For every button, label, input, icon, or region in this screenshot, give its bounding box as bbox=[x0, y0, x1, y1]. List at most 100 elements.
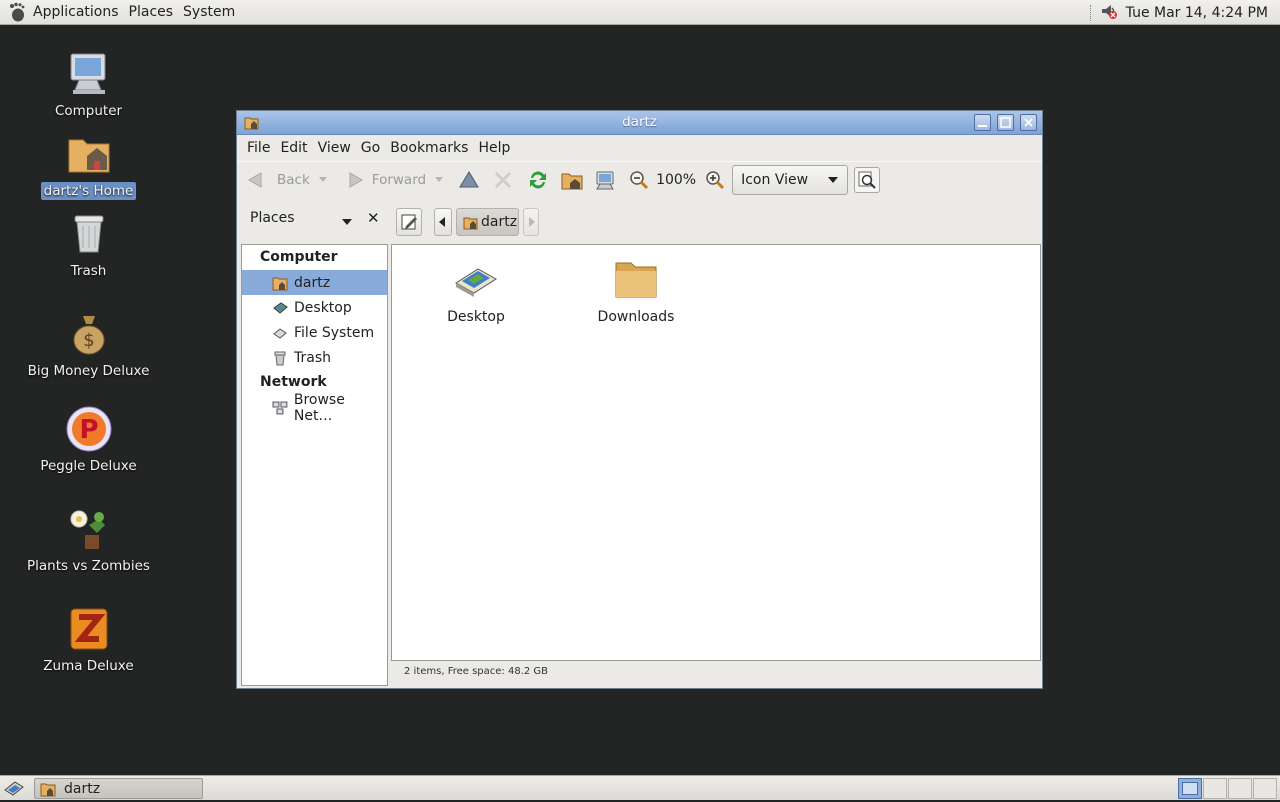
back-history-dropdown[interactable] bbox=[318, 176, 328, 184]
places-dropdown[interactable] bbox=[341, 214, 353, 230]
breadcrumb-dartz[interactable]: dartz bbox=[456, 208, 519, 236]
search-button[interactable] bbox=[854, 167, 881, 193]
menu-edit[interactable]: Edit bbox=[275, 140, 312, 156]
home-folder-icon bbox=[40, 783, 56, 796]
volume-icon[interactable] bbox=[1100, 2, 1118, 24]
computer-icon bbox=[65, 50, 113, 98]
breadcrumb-label: dartz bbox=[481, 214, 518, 230]
status-bar: 2 items, Free space: 48.2 GB bbox=[404, 666, 549, 677]
plants-icon bbox=[65, 505, 113, 553]
minimize-button[interactable] bbox=[974, 114, 991, 131]
zoom-out-button[interactable] bbox=[628, 169, 650, 191]
sidebar-item-trash[interactable]: Trash bbox=[242, 345, 387, 370]
file-label: Desktop bbox=[447, 309, 505, 325]
close-button[interactable] bbox=[1020, 114, 1037, 131]
desktop-icon-label: Big Money Deluxe bbox=[27, 363, 150, 379]
applications-menu[interactable]: Applications bbox=[28, 0, 124, 25]
desktop-icon bbox=[273, 301, 288, 314]
workspace-3[interactable] bbox=[1228, 778, 1252, 799]
desktop-icon-label: Peggle Deluxe bbox=[40, 458, 137, 474]
system-menu[interactable]: System bbox=[178, 0, 240, 25]
forward-history-dropdown[interactable] bbox=[434, 176, 444, 184]
show-desktop-icon[interactable] bbox=[3, 778, 25, 802]
sidebar-item-file-system[interactable]: File System bbox=[242, 320, 387, 345]
chevron-right-icon bbox=[529, 217, 535, 227]
view-mode-select[interactable]: Icon View bbox=[732, 165, 849, 195]
window-titlebar[interactable]: dartz bbox=[237, 111, 1042, 135]
close-sidebar-icon[interactable]: ✕ bbox=[367, 209, 380, 227]
workspace-1[interactable] bbox=[1178, 778, 1202, 799]
desktop-icon-peggle[interactable]: P Peggle Deluxe bbox=[20, 405, 157, 475]
zoom-in-button[interactable] bbox=[704, 169, 726, 191]
desktop-icon-zuma[interactable]: Zuma Deluxe bbox=[20, 605, 157, 675]
zuma-icon bbox=[65, 605, 113, 653]
home-folder-icon bbox=[561, 173, 583, 190]
home-folder-icon bbox=[272, 277, 288, 290]
computer-button[interactable] bbox=[594, 168, 618, 192]
location-bar: Places ✕ bbox=[237, 198, 1042, 238]
forward-button[interactable]: Forward bbox=[344, 169, 426, 191]
home-folder-icon bbox=[65, 130, 113, 178]
menu-bar: File Edit View Go Bookmarks Help bbox=[237, 135, 1042, 161]
workspace-2[interactable] bbox=[1203, 778, 1227, 799]
file-label: Downloads bbox=[597, 309, 675, 325]
menu-file[interactable]: File bbox=[242, 140, 275, 156]
stop-button[interactable] bbox=[492, 169, 514, 191]
sidebar-item-label: File System bbox=[294, 324, 375, 341]
desktop-icon-computer[interactable]: Computer bbox=[20, 50, 157, 120]
drive-icon bbox=[273, 327, 287, 339]
path-scroll-right-button[interactable] bbox=[523, 208, 539, 236]
back-button[interactable]: Back bbox=[245, 169, 310, 191]
reload-button[interactable] bbox=[526, 168, 550, 192]
trash-icon bbox=[274, 351, 286, 365]
path-scroll-left-button[interactable] bbox=[434, 208, 452, 236]
desktop-icon-label: Zuma Deluxe bbox=[43, 658, 134, 674]
sidebar-header-computer: Computer bbox=[260, 249, 338, 265]
menu-bookmarks[interactable]: Bookmarks bbox=[385, 140, 473, 156]
edit-location-button[interactable] bbox=[396, 208, 422, 236]
menu-go[interactable]: Go bbox=[356, 140, 385, 156]
desktop-icon-plants-vs-zombies[interactable]: Plants vs Zombies bbox=[20, 505, 157, 575]
zoom-out-icon bbox=[630, 171, 649, 190]
zoom-in-icon bbox=[706, 171, 725, 190]
desktop-icon-trash[interactable]: Trash bbox=[20, 210, 157, 280]
workspace-4[interactable] bbox=[1253, 778, 1277, 799]
reload-icon bbox=[530, 171, 547, 189]
taskbar-button-dartz[interactable]: dartz bbox=[34, 778, 203, 799]
pencil-icon bbox=[401, 214, 417, 230]
sidebar-item-browse-network[interactable]: Browse Net… bbox=[242, 392, 387, 424]
zoom-level[interactable]: 100% bbox=[656, 172, 696, 188]
desktop-icon-big-money[interactable]: $ Big Money Deluxe bbox=[20, 310, 157, 380]
file-view[interactable]: Desktop Downloads bbox=[391, 244, 1041, 661]
places-menu[interactable]: Places bbox=[124, 0, 179, 25]
up-button[interactable] bbox=[458, 169, 480, 191]
back-label: Back bbox=[277, 172, 310, 188]
home-button[interactable] bbox=[560, 168, 584, 192]
menu-view[interactable]: View bbox=[313, 140, 356, 156]
peggle-icon: P bbox=[65, 405, 113, 453]
file-item-desktop[interactable]: Desktop bbox=[416, 255, 536, 325]
maximize-button[interactable] bbox=[997, 114, 1014, 131]
file-item-downloads[interactable]: Downloads bbox=[576, 255, 696, 325]
chevron-down-icon bbox=[342, 219, 352, 225]
chevron-down-icon bbox=[435, 177, 444, 182]
svg-text:$: $ bbox=[83, 330, 94, 351]
places-title: Places bbox=[250, 210, 295, 226]
gnome-foot-icon[interactable] bbox=[6, 1, 28, 23]
chevron-down-icon bbox=[828, 177, 839, 183]
desktop-icon-label: dartz's Home bbox=[40, 182, 137, 200]
taskbar-label: dartz bbox=[64, 780, 101, 797]
sidebar-item-label: Browse Net… bbox=[293, 391, 345, 424]
money-bag-icon: $ bbox=[65, 310, 113, 358]
sidebar-item-desktop[interactable]: Desktop bbox=[242, 295, 387, 320]
trash-icon bbox=[65, 210, 113, 258]
folder-icon bbox=[612, 255, 660, 303]
places-header: Places ✕ bbox=[241, 198, 387, 238]
clock[interactable]: Tue Mar 14, 4:24 PM bbox=[1126, 5, 1268, 21]
top-panel: Applications Places System Tue Mar 14, 4… bbox=[0, 0, 1280, 25]
menu-help[interactable]: Help bbox=[473, 140, 515, 156]
desktop-icon-home[interactable]: dartz's Home bbox=[20, 130, 157, 200]
svg-text:P: P bbox=[79, 415, 98, 445]
bottom-panel: dartz bbox=[0, 775, 1280, 800]
sidebar-item-dartz[interactable]: dartz bbox=[242, 270, 387, 295]
